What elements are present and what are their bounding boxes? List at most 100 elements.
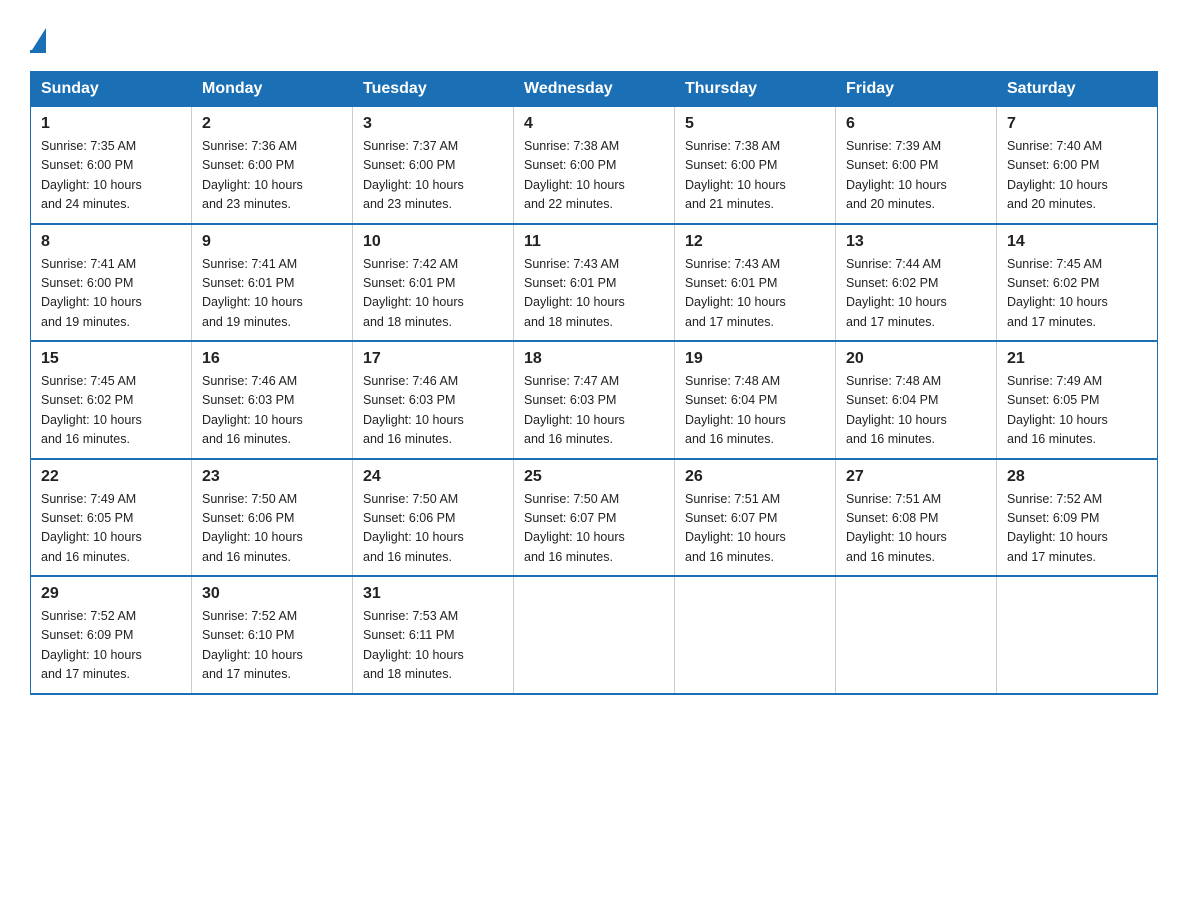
calendar-header-row: SundayMondayTuesdayWednesdayThursdayFrid… <box>31 72 1158 107</box>
calendar-cell: 4 Sunrise: 7:38 AMSunset: 6:00 PMDaylight… <box>514 107 675 224</box>
calendar-cell: 12 Sunrise: 7:43 AMSunset: 6:01 PMDayligh… <box>675 224 836 342</box>
calendar-cell: 19 Sunrise: 7:48 AMSunset: 6:04 PMDayligh… <box>675 341 836 459</box>
calendar-cell <box>514 576 675 694</box>
day-info: Sunrise: 7:51 AMSunset: 6:08 PMDaylight:… <box>846 490 986 568</box>
calendar-cell: 17 Sunrise: 7:46 AMSunset: 6:03 PMDayligh… <box>353 341 514 459</box>
calendar-cell: 9 Sunrise: 7:41 AMSunset: 6:01 PMDaylight… <box>192 224 353 342</box>
day-info: Sunrise: 7:35 AMSunset: 6:00 PMDaylight:… <box>41 137 181 215</box>
day-info: Sunrise: 7:46 AMSunset: 6:03 PMDaylight:… <box>202 372 342 450</box>
day-info: Sunrise: 7:52 AMSunset: 6:10 PMDaylight:… <box>202 607 342 685</box>
day-info: Sunrise: 7:47 AMSunset: 6:03 PMDaylight:… <box>524 372 664 450</box>
calendar-cell: 28 Sunrise: 7:52 AMSunset: 6:09 PMDayligh… <box>997 459 1158 577</box>
day-number: 20 <box>846 350 986 368</box>
day-number: 15 <box>41 350 181 368</box>
day-info: Sunrise: 7:45 AMSunset: 6:02 PMDaylight:… <box>1007 255 1147 333</box>
day-number: 9 <box>202 233 342 251</box>
calendar-table: SundayMondayTuesdayWednesdayThursdayFrid… <box>30 71 1158 695</box>
day-info: Sunrise: 7:52 AMSunset: 6:09 PMDaylight:… <box>1007 490 1147 568</box>
day-number: 3 <box>363 115 503 133</box>
calendar-cell: 10Sunrise: 7:42 AMSunset: 6:01 PMDayligh… <box>353 224 514 342</box>
day-number: 24 <box>363 468 503 486</box>
calendar-cell: 3 Sunrise: 7:37 AMSunset: 6:00 PMDaylight… <box>353 107 514 224</box>
day-info: Sunrise: 7:41 AMSunset: 6:00 PMDaylight:… <box>41 255 181 333</box>
day-info: Sunrise: 7:39 AMSunset: 6:00 PMDaylight:… <box>846 137 986 215</box>
header-saturday: Saturday <box>997 72 1158 107</box>
calendar-cell: 8Sunrise: 7:41 AMSunset: 6:00 PMDaylight… <box>31 224 192 342</box>
header-tuesday: Tuesday <box>353 72 514 107</box>
calendar-cell: 23 Sunrise: 7:50 AMSunset: 6:06 PMDayligh… <box>192 459 353 577</box>
week-row-3: 15 Sunrise: 7:45 AMSunset: 6:02 PMDayligh… <box>31 341 1158 459</box>
week-row-4: 22Sunrise: 7:49 AMSunset: 6:05 PMDayligh… <box>31 459 1158 577</box>
day-info: Sunrise: 7:41 AMSunset: 6:01 PMDaylight:… <box>202 255 342 333</box>
day-info: Sunrise: 7:37 AMSunset: 6:00 PMDaylight:… <box>363 137 503 215</box>
calendar-cell: 15 Sunrise: 7:45 AMSunset: 6:02 PMDayligh… <box>31 341 192 459</box>
calendar-cell: 1 Sunrise: 7:35 AMSunset: 6:00 PMDaylight… <box>31 107 192 224</box>
calendar-cell: 30 Sunrise: 7:52 AMSunset: 6:10 PMDayligh… <box>192 576 353 694</box>
calendar-cell: 25 Sunrise: 7:50 AMSunset: 6:07 PMDayligh… <box>514 459 675 577</box>
day-number: 28 <box>1007 468 1147 486</box>
day-number: 7 <box>1007 115 1147 133</box>
calendar-cell: 14 Sunrise: 7:45 AMSunset: 6:02 PMDayligh… <box>997 224 1158 342</box>
calendar-cell: 21 Sunrise: 7:49 AMSunset: 6:05 PMDayligh… <box>997 341 1158 459</box>
day-info: Sunrise: 7:38 AMSunset: 6:00 PMDaylight:… <box>524 137 664 215</box>
day-info: Sunrise: 7:52 AMSunset: 6:09 PMDaylight:… <box>41 607 181 685</box>
day-info: Sunrise: 7:49 AMSunset: 6:05 PMDaylight:… <box>1007 372 1147 450</box>
day-number: 19 <box>685 350 825 368</box>
header-thursday: Thursday <box>675 72 836 107</box>
calendar-cell: 13Sunrise: 7:44 AMSunset: 6:02 PMDayligh… <box>836 224 997 342</box>
calendar-cell: 18 Sunrise: 7:47 AMSunset: 6:03 PMDayligh… <box>514 341 675 459</box>
calendar-cell: 26 Sunrise: 7:51 AMSunset: 6:07 PMDayligh… <box>675 459 836 577</box>
day-info: Sunrise: 7:48 AMSunset: 6:04 PMDaylight:… <box>846 372 986 450</box>
calendar-cell: 5 Sunrise: 7:38 AMSunset: 6:00 PMDaylight… <box>675 107 836 224</box>
day-info: Sunrise: 7:46 AMSunset: 6:03 PMDaylight:… <box>363 372 503 450</box>
day-number: 16 <box>202 350 342 368</box>
header-friday: Friday <box>836 72 997 107</box>
calendar-cell <box>836 576 997 694</box>
logo <box>30 20 46 53</box>
calendar-cell: 6 Sunrise: 7:39 AMSunset: 6:00 PMDaylight… <box>836 107 997 224</box>
day-number: 30 <box>202 585 342 603</box>
day-number: 2 <box>202 115 342 133</box>
day-info: Sunrise: 7:53 AMSunset: 6:11 PMDaylight:… <box>363 607 503 685</box>
week-row-5: 29Sunrise: 7:52 AMSunset: 6:09 PMDayligh… <box>31 576 1158 694</box>
day-info: Sunrise: 7:51 AMSunset: 6:07 PMDaylight:… <box>685 490 825 568</box>
calendar-cell: 22Sunrise: 7:49 AMSunset: 6:05 PMDayligh… <box>31 459 192 577</box>
day-number: 25 <box>524 468 664 486</box>
day-number: 18 <box>524 350 664 368</box>
week-row-1: 1 Sunrise: 7:35 AMSunset: 6:00 PMDaylight… <box>31 107 1158 224</box>
day-info: Sunrise: 7:50 AMSunset: 6:06 PMDaylight:… <box>202 490 342 568</box>
day-number: 31 <box>363 585 503 603</box>
day-number: 26 <box>685 468 825 486</box>
day-number: 1 <box>41 115 181 133</box>
logo-underline <box>30 50 46 53</box>
day-info: Sunrise: 7:36 AMSunset: 6:00 PMDaylight:… <box>202 137 342 215</box>
calendar-cell: 24 Sunrise: 7:50 AMSunset: 6:06 PMDayligh… <box>353 459 514 577</box>
day-info: Sunrise: 7:50 AMSunset: 6:06 PMDaylight:… <box>363 490 503 568</box>
calendar-cell: 31 Sunrise: 7:53 AMSunset: 6:11 PMDayligh… <box>353 576 514 694</box>
header-monday: Monday <box>192 72 353 107</box>
day-info: Sunrise: 7:50 AMSunset: 6:07 PMDaylight:… <box>524 490 664 568</box>
header-sunday: Sunday <box>31 72 192 107</box>
day-number: 21 <box>1007 350 1147 368</box>
day-number: 13 <box>846 233 986 251</box>
calendar-cell: 2 Sunrise: 7:36 AMSunset: 6:00 PMDaylight… <box>192 107 353 224</box>
day-info: Sunrise: 7:38 AMSunset: 6:00 PMDaylight:… <box>685 137 825 215</box>
day-number: 17 <box>363 350 503 368</box>
day-number: 23 <box>202 468 342 486</box>
logo-triangle-icon <box>32 28 46 50</box>
week-row-2: 8Sunrise: 7:41 AMSunset: 6:00 PMDaylight… <box>31 224 1158 342</box>
day-number: 11 <box>524 233 664 251</box>
calendar-cell: 7Sunrise: 7:40 AMSunset: 6:00 PMDaylight… <box>997 107 1158 224</box>
day-number: 4 <box>524 115 664 133</box>
day-info: Sunrise: 7:45 AMSunset: 6:02 PMDaylight:… <box>41 372 181 450</box>
day-info: Sunrise: 7:43 AMSunset: 6:01 PMDaylight:… <box>524 255 664 333</box>
calendar-cell: 29Sunrise: 7:52 AMSunset: 6:09 PMDayligh… <box>31 576 192 694</box>
day-info: Sunrise: 7:48 AMSunset: 6:04 PMDaylight:… <box>685 372 825 450</box>
day-number: 22 <box>41 468 181 486</box>
day-number: 14 <box>1007 233 1147 251</box>
day-number: 5 <box>685 115 825 133</box>
day-info: Sunrise: 7:43 AMSunset: 6:01 PMDaylight:… <box>685 255 825 333</box>
page-header <box>30 20 1158 53</box>
day-number: 12 <box>685 233 825 251</box>
day-number: 6 <box>846 115 986 133</box>
